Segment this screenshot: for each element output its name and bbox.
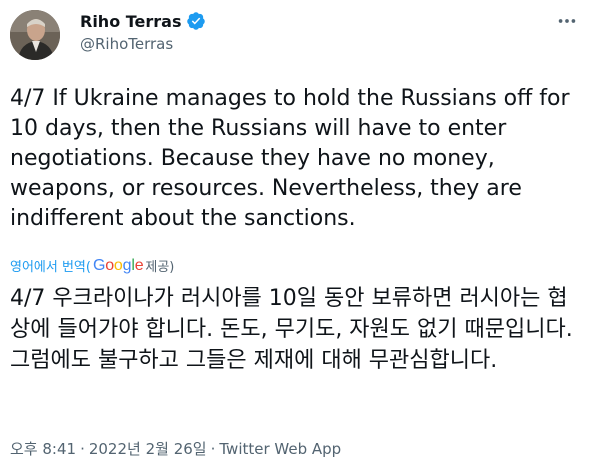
tweet-date[interactable]: 2022년 2월 26일 xyxy=(89,438,207,459)
more-options-icon[interactable] xyxy=(556,10,578,32)
tweet-time[interactable]: 오후 8:41 xyxy=(10,438,76,459)
google-logo: Google xyxy=(92,256,144,274)
meta-separator: · xyxy=(210,439,216,458)
author-display-name[interactable]: Riho Terras xyxy=(80,12,182,31)
tweet-card: Riho Terras @RihoTerras 4/7 If Ukraine m… xyxy=(0,0,592,473)
translated-tweet-text: 4/7 우크라이나가 러시아를 10일 동안 보류하면 러시아는 협상에 들어가… xyxy=(10,286,580,373)
translation-attribution: 영어에서 번역( Google 제공) xyxy=(10,256,175,276)
avatar-photo xyxy=(10,10,60,60)
translated-from-link[interactable]: 영어에서 번역( xyxy=(10,256,91,275)
meta-separator: · xyxy=(80,439,85,458)
author-name-row: Riho Terras xyxy=(80,9,206,33)
tweet-meta: 오후 8:41 · 2022년 2월 26일 · Twitter Web App xyxy=(10,438,341,459)
tweet-text: 4/7 If Ukraine manages to hold the Russi… xyxy=(10,86,577,231)
provided-by-label: 제공) xyxy=(145,260,175,275)
author-handle[interactable]: @RihoTerras xyxy=(80,35,173,53)
avatar[interactable] xyxy=(10,10,60,60)
tweet-source[interactable]: Twitter Web App xyxy=(219,440,341,458)
verified-badge-icon xyxy=(186,12,205,30)
